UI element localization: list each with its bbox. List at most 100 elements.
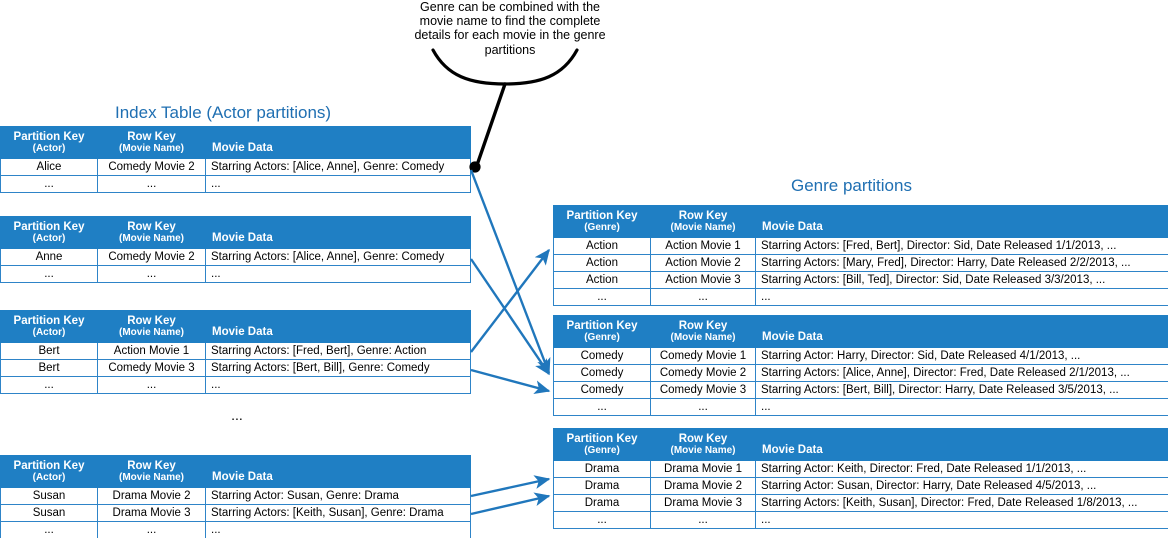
cell-row-key: ... <box>97 376 206 394</box>
cell-row-key: ... <box>97 175 206 193</box>
left-tables-ellipsis: ... <box>231 407 243 423</box>
header-partition-key: Partition Key (Genre) <box>553 428 651 461</box>
cell-movie-data: Starring Actors: [Alice, Anne], Genre: C… <box>205 158 471 176</box>
header-partition-key-sub: (Genre) <box>584 444 620 456</box>
header-partition-key: Partition Key (Genre) <box>553 205 651 238</box>
cell-movie-data: Starring Actors: [Bert, Bill], Genre: Co… <box>205 359 471 377</box>
callout-text: Genre can be combined with the movie nam… <box>414 0 606 57</box>
cell-partition-key: Drama <box>553 477 651 495</box>
cell-movie-data: Starring Actors: [Mary, Fred], Director:… <box>755 254 1168 272</box>
header-partition-key-sub: (Genre) <box>584 331 620 343</box>
cell-partition-key: Bert <box>0 342 98 360</box>
header-partition-key-sub: (Actor) <box>32 142 66 154</box>
index-table-title: Index Table (Actor partitions) <box>115 103 332 122</box>
cell-partition-key: Action <box>553 254 651 272</box>
cell-row-key: Comedy Movie 2 <box>97 158 206 176</box>
header-row-key-main: Row Key <box>127 459 176 472</box>
header-partition-key-main: Partition Key <box>566 209 638 222</box>
header-partition-key-main: Partition Key <box>566 319 638 332</box>
genre-partition-table-comedy: Partition Key (Genre) Row Key (Movie Nam… <box>553 315 1168 416</box>
table-row: Comedy Comedy Movie 1 Starring Actor: Ha… <box>553 347 1168 365</box>
table-header-row: Partition Key (Genre) Row Key (Movie Nam… <box>553 315 1168 348</box>
header-movie-data: Movie Data <box>205 216 471 249</box>
cell-row-key: ... <box>650 511 756 529</box>
cell-movie-data: ... <box>755 288 1168 306</box>
cell-row-key: Drama Movie 2 <box>650 477 756 495</box>
table-row: Drama Drama Movie 2 Starring Actor: Susa… <box>553 477 1168 495</box>
genre-partition-table-drama: Partition Key (Genre) Row Key (Movie Nam… <box>553 428 1168 529</box>
cell-movie-data: Starring Actors: [Bert, Bill], Director:… <box>755 381 1168 399</box>
header-row-key: Row Key (Movie Name) <box>97 455 206 488</box>
header-partition-key-main: Partition Key <box>13 314 85 327</box>
header-row-key-main: Row Key <box>127 314 176 327</box>
table-row: ... ... ... <box>0 175 471 193</box>
connector-alice-to-comedy <box>469 169 551 375</box>
callout-anchor-dot <box>469 161 481 173</box>
cell-row-key: ... <box>97 521 206 538</box>
table-row: Anne Comedy Movie 2 Starring Actors: [Al… <box>0 248 471 266</box>
header-partition-key: Partition Key (Actor) <box>0 455 98 488</box>
cell-movie-data: Starring Actors: [Fred, Bert], Director:… <box>755 237 1168 255</box>
table-row: ... ... ... <box>553 511 1168 529</box>
genre-partitions-title: Genre partitions <box>791 176 912 195</box>
genre-partition-table-action: Partition Key (Genre) Row Key (Movie Nam… <box>553 205 1168 306</box>
cell-row-key: Comedy Movie 2 <box>97 248 206 266</box>
header-movie-data: Movie Data <box>755 315 1168 348</box>
table-row: Action Action Movie 3 Starring Actors: [… <box>553 271 1168 289</box>
cell-partition-key: ... <box>0 376 98 394</box>
cell-movie-data: Starring Actors: [Fred, Bert], Genre: Ac… <box>205 342 471 360</box>
cell-row-key: ... <box>650 288 756 306</box>
cell-partition-key: Action <box>553 237 651 255</box>
cell-movie-data: ... <box>205 376 471 394</box>
cell-movie-data: ... <box>205 265 471 283</box>
header-row-key-sub: (Movie Name) <box>670 331 736 343</box>
cell-row-key: Comedy Movie 2 <box>650 364 756 382</box>
cell-movie-data: Starring Actors: [Alice, Anne], Director… <box>755 364 1168 382</box>
table-row: Action Action Movie 2 Starring Actors: [… <box>553 254 1168 272</box>
cell-partition-key: ... <box>553 511 651 529</box>
cell-movie-data: Starring Actors: [Keith, Susan], Genre: … <box>205 504 471 522</box>
header-partition-key: Partition Key (Actor) <box>0 126 98 159</box>
cell-partition-key: ... <box>553 288 651 306</box>
table-row: ... ... ... <box>0 376 471 394</box>
cell-partition-key: Comedy <box>553 364 651 382</box>
cell-row-key: Action Movie 1 <box>97 342 206 360</box>
header-row-key-sub: (Movie Name) <box>118 232 184 244</box>
table-row: Bert Comedy Movie 3 Starring Actors: [Be… <box>0 359 471 377</box>
header-row-key-main: Row Key <box>678 319 728 332</box>
table-row: ... ... ... <box>553 288 1168 306</box>
cell-row-key: Drama Movie 3 <box>650 494 756 512</box>
cell-partition-key: Anne <box>0 248 98 266</box>
cell-movie-data: ... <box>755 511 1168 529</box>
header-row-key: Row Key (Movie Name) <box>650 315 756 348</box>
table-row: Comedy Comedy Movie 3 Starring Actors: [… <box>553 381 1168 399</box>
cell-movie-data: ... <box>205 521 471 538</box>
cell-row-key: Action Movie 1 <box>650 237 756 255</box>
header-partition-key-sub: (Genre) <box>584 221 620 233</box>
cell-partition-key: ... <box>0 265 98 283</box>
cell-movie-data: Starring Actor: Susan, Director: Harry, … <box>755 477 1168 495</box>
header-movie-data: Movie Data <box>755 428 1168 461</box>
cell-partition-key: Susan <box>0 504 98 522</box>
cell-movie-data: Starring Actors: [Keith, Susan], Directo… <box>755 494 1168 512</box>
table-row: Action Action Movie 1 Starring Actors: [… <box>553 237 1168 255</box>
connector-susan-to-drama-2 <box>470 475 551 498</box>
actor-partition-table-alice: Partition Key (Actor) Row Key (Movie Nam… <box>0 126 471 193</box>
table-row: Susan Drama Movie 3 Starring Actors: [Ke… <box>0 504 471 522</box>
header-row-key: Row Key (Movie Name) <box>97 310 206 343</box>
cell-row-key: Comedy Movie 3 <box>97 359 206 377</box>
cell-partition-key: Comedy <box>553 381 651 399</box>
header-row-key-main: Row Key <box>678 432 728 445</box>
cell-row-key: Action Movie 2 <box>650 254 756 272</box>
header-row-key-main: Row Key <box>127 130 176 143</box>
table-header-row: Partition Key (Genre) Row Key (Movie Nam… <box>553 428 1168 461</box>
header-row-key: Row Key (Movie Name) <box>97 216 206 249</box>
header-partition-key: Partition Key (Actor) <box>0 310 98 343</box>
cell-movie-data: Starring Actors: [Alice, Anne], Genre: C… <box>205 248 471 266</box>
cell-movie-data: ... <box>205 175 471 193</box>
connector-anne-to-comedy <box>470 258 550 376</box>
header-partition-key-main: Partition Key <box>13 130 85 143</box>
connector-bert-to-action <box>470 248 550 353</box>
cell-partition-key: Drama <box>553 460 651 478</box>
connector-susan-to-drama-3 <box>470 492 551 516</box>
